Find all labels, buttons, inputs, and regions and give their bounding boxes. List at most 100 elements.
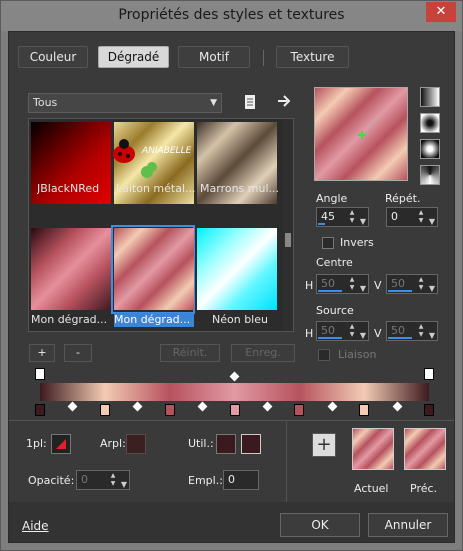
opacity-value: 0 xyxy=(81,473,88,486)
previous-gradient-swatch[interactable] xyxy=(404,428,446,470)
tab-separator xyxy=(263,50,264,66)
angle-spinbox[interactable]: 45 ▲ ▼ ▼ xyxy=(316,207,369,227)
close-button[interactable]: ✕ xyxy=(426,2,456,22)
source-v-value: 50 xyxy=(391,324,405,337)
current-gradient-swatch[interactable] xyxy=(352,428,394,470)
color-stop[interactable] xyxy=(294,404,304,416)
opacity-spinbox[interactable]: 0 ▲ ▼ ▼ xyxy=(76,470,130,490)
thumb-label: JBlackNRed xyxy=(37,182,100,195)
color-swatch-arpl[interactable] xyxy=(126,434,146,454)
source-h-label: H xyxy=(305,327,314,340)
center-h-value: 50 xyxy=(321,277,335,290)
center-v-value: 50 xyxy=(391,277,405,290)
invert-label: Invers xyxy=(340,236,374,249)
spin-arrows-icon: ▲ ▼ xyxy=(349,209,355,224)
divider xyxy=(9,420,454,421)
help-link[interactable]: Aide xyxy=(22,519,49,533)
empl-label: Empl.: xyxy=(188,474,223,487)
opacity-stop-left[interactable] xyxy=(35,368,45,380)
gradient-preview[interactable] xyxy=(314,87,408,181)
gradient-thumb-neon-bleu[interactable] xyxy=(197,228,277,310)
ok-button[interactable]: OK xyxy=(280,513,360,537)
tab-couleur[interactable]: Couleur xyxy=(18,46,88,68)
color-swatch-util-2[interactable] xyxy=(241,434,261,454)
gradient-bar[interactable] xyxy=(40,383,429,401)
previous-label: Préc. xyxy=(410,482,438,495)
add-to-list-button[interactable]: + xyxy=(312,433,336,457)
opacity-label: Opacité: xyxy=(28,474,75,487)
sunburst-style-icon[interactable] xyxy=(420,165,440,185)
link-checkbox[interactable] xyxy=(318,349,330,361)
add-gradient-button[interactable]: + xyxy=(29,344,55,362)
color-stop[interactable] xyxy=(359,404,369,416)
tab-texture[interactable]: Texture xyxy=(276,46,349,68)
opacity-stop-right[interactable] xyxy=(424,368,434,380)
color-stop[interactable] xyxy=(230,404,240,416)
repeat-label: Répét. xyxy=(385,192,421,205)
divider xyxy=(286,422,287,502)
color-stop[interactable] xyxy=(35,404,45,416)
linear-style-icon[interactable] xyxy=(420,87,440,107)
empl-value: 0 xyxy=(228,473,235,486)
color-stop[interactable] xyxy=(100,404,110,416)
arrow-right-icon[interactable] xyxy=(276,93,292,109)
util-label: Util.: xyxy=(188,437,214,450)
thumb-label: Marrons mul... xyxy=(200,182,280,195)
thumb-label: Laiton métal... xyxy=(116,182,196,195)
chevron-down-icon: ▼ xyxy=(359,217,366,226)
invert-checkbox[interactable] xyxy=(322,237,334,249)
reset-button[interactable]: Réinit. xyxy=(160,344,220,362)
chevron-down-icon: ▼ xyxy=(359,284,366,293)
thumb-label-selected: Mon dégrad... xyxy=(114,313,194,327)
source-v-label: V xyxy=(374,327,382,340)
spin-arrows-icon: ▲ ▼ xyxy=(418,276,424,291)
spin-arrows-icon: ▲ ▼ xyxy=(349,276,355,291)
spin-arrows-icon: ▲ ▼ xyxy=(418,323,424,338)
center-v-spinbox[interactable]: 50 ▲ ▼ ▼ xyxy=(386,274,438,294)
color-swatch-util-1[interactable] xyxy=(216,434,236,454)
remove-gradient-button[interactable]: - xyxy=(64,344,92,362)
source-h-slider[interactable] xyxy=(318,337,342,339)
spin-arrows-icon: ▲ ▼ xyxy=(110,472,116,487)
tab-degrade[interactable]: Dégradé xyxy=(98,46,169,68)
angle-handle-icon xyxy=(358,116,381,139)
window-title: Propriétés des styles et textures xyxy=(118,7,345,23)
center-label: Centre xyxy=(316,256,353,269)
rectangular-style-icon[interactable] xyxy=(420,113,440,133)
repeat-spinbox[interactable]: 0 ▲ ▼ ▼ xyxy=(386,207,438,227)
chevron-down-icon: ▼ xyxy=(428,331,435,340)
radial-style-icon[interactable] xyxy=(420,139,440,159)
angle-slider[interactable] xyxy=(318,223,325,225)
gradient-thumb-mon-degrade-1[interactable] xyxy=(31,228,111,310)
pl-label: 1pl: xyxy=(26,437,47,450)
arpl-label: Arpl: xyxy=(100,437,126,450)
source-h-spinbox[interactable]: 50 ▲ ▼ ▼ xyxy=(316,321,369,341)
category-selected: Tous xyxy=(33,96,58,109)
color-swatch-pl[interactable] xyxy=(51,434,71,454)
center-v-label: V xyxy=(374,279,382,292)
save-button[interactable]: Enreg. xyxy=(231,344,295,362)
gradient-thumb-mon-degrade-2[interactable] xyxy=(114,228,194,310)
thumb-label: Mon dégrad... xyxy=(31,313,108,326)
file-icon[interactable] xyxy=(242,94,258,110)
spin-arrows-icon: ▲ ▼ xyxy=(349,323,355,338)
color-stop[interactable] xyxy=(424,404,434,416)
chevron-down-icon: ▼ xyxy=(210,98,217,108)
empl-field[interactable]: 0 xyxy=(223,470,259,490)
spin-arrows-icon: ▲ ▼ xyxy=(418,209,424,224)
center-h-spinbox[interactable]: 50 ▲ ▼ ▼ xyxy=(316,274,369,294)
chevron-down-icon: ▼ xyxy=(359,331,366,340)
category-dropdown[interactable]: Tous ▼ xyxy=(28,93,222,113)
list-scrollbar[interactable] xyxy=(283,119,293,331)
source-v-spinbox[interactable]: 50 ▲ ▼ ▼ xyxy=(386,321,438,341)
cancel-button[interactable]: Annuler xyxy=(368,513,448,537)
center-h-label: H xyxy=(305,279,314,292)
source-v-slider[interactable] xyxy=(388,337,412,339)
list-scrollbar-thumb[interactable] xyxy=(285,233,291,247)
source-h-value: 50 xyxy=(321,324,335,337)
source-label: Source xyxy=(316,304,354,317)
color-stop[interactable] xyxy=(165,404,175,416)
center-h-slider[interactable] xyxy=(318,290,342,292)
center-v-slider[interactable] xyxy=(388,290,412,292)
tab-motif[interactable]: Motif xyxy=(178,46,250,68)
